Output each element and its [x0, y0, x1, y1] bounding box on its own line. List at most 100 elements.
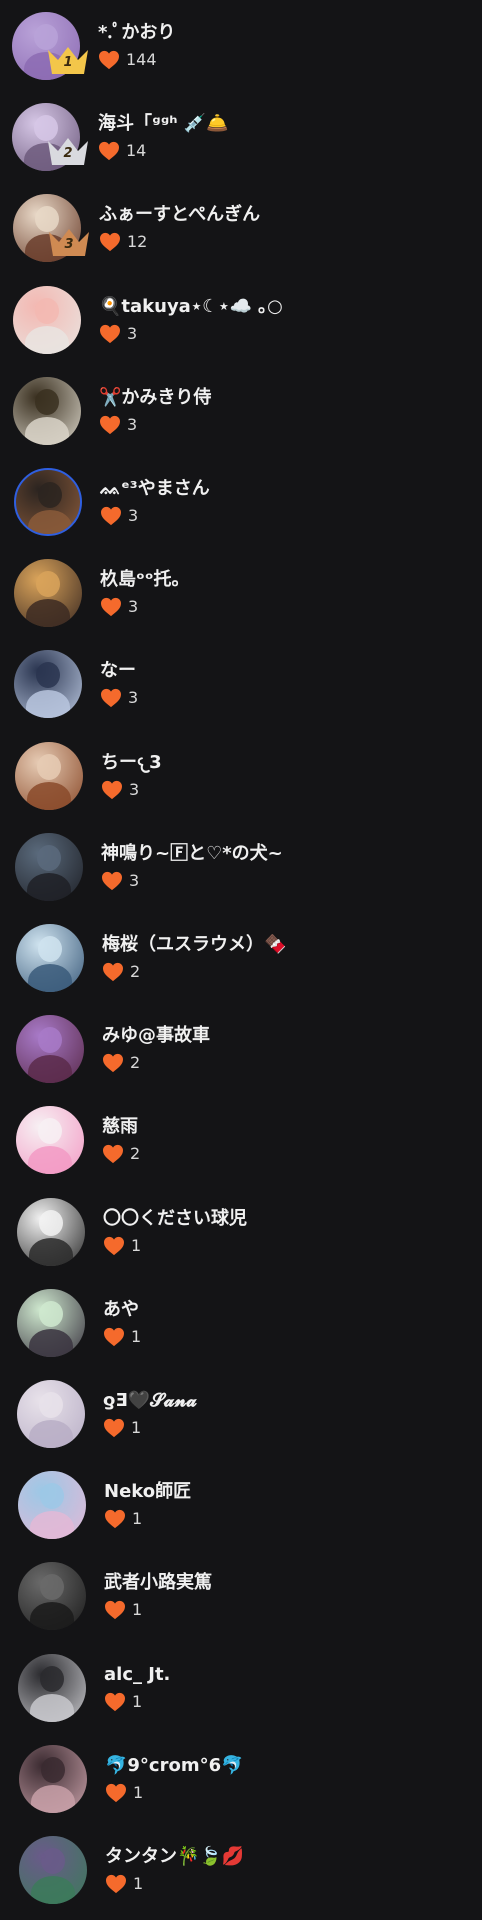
like-count: 3: [99, 414, 211, 436]
avatar[interactable]: [13, 376, 81, 445]
avatar[interactable]: [14, 649, 82, 718]
heart-icon: [100, 506, 122, 526]
avatar[interactable]: [14, 558, 82, 627]
like-count-value: 3: [128, 596, 139, 616]
avatar[interactable]: [17, 1288, 85, 1357]
ranking-row[interactable]: ✂️かみきり侍 3: [0, 365, 482, 456]
ranking-row[interactable]: なー 3: [0, 638, 482, 729]
heart-icon: [99, 415, 121, 435]
ranking-row[interactable]: みゆ@事故車 2: [0, 1003, 482, 1094]
ranker-info: 杦島ᵒᵒ托。 3: [100, 568, 190, 620]
ranker-name[interactable]: 梅桜（ユスラウメ）🍫: [102, 933, 286, 957]
heart-icon: [104, 1509, 126, 1529]
avatar[interactable]: [16, 1014, 84, 1083]
avatar[interactable]: [15, 741, 83, 810]
avatar[interactable]: [15, 832, 83, 901]
ranker-name[interactable]: ᨐᵉ³やまさん: [100, 477, 210, 501]
like-count: 12: [99, 231, 260, 253]
avatar[interactable]: [14, 467, 82, 536]
ranker-info: Neko師匠 1: [104, 1480, 191, 1532]
ranking-row[interactable]: ちー𐔌3 3: [0, 730, 482, 821]
ranker-name[interactable]: 杦島ᵒᵒ托。: [100, 568, 190, 592]
ranker-name[interactable]: 🐬9°crom°6🐬: [105, 1754, 244, 1778]
avatar[interactable]: [18, 1470, 86, 1539]
avatar[interactable]: [17, 1197, 85, 1266]
like-count: 3: [101, 870, 283, 892]
ranking-row[interactable]: ƍƎ🖤𝓢𝓪𝓷𝓪 1: [0, 1368, 482, 1459]
avatar[interactable]: [13, 285, 81, 354]
avatar[interactable]: [16, 923, 84, 992]
like-count: 3: [100, 596, 190, 618]
heart-icon: [100, 597, 122, 617]
like-count-value: 3: [127, 414, 138, 434]
ranking-row[interactable]: 武者小路実篤 1: [0, 1550, 482, 1641]
ranker-name[interactable]: 慈雨: [102, 1115, 140, 1139]
ranker-name[interactable]: 🍳takuya⋆☾⋆☁️ ｡○: [99, 295, 283, 319]
like-count-value: 3: [127, 323, 138, 343]
ranker-name[interactable]: Neko師匠: [104, 1480, 191, 1504]
ranking-row[interactable]: Neko師匠 1: [0, 1459, 482, 1550]
ranker-name[interactable]: 神鳴り~🄵と♡*の犬~: [101, 842, 283, 866]
ranker-info: ƍƎ🖤𝓢𝓪𝓷𝓪 1: [103, 1389, 197, 1441]
ranker-info: 🐬9°crom°6🐬 1: [105, 1754, 244, 1806]
avatar[interactable]: [19, 1835, 87, 1904]
ranker-name[interactable]: タンタン🎋🍃💋: [105, 1845, 244, 1869]
rank-crown-icon: 1: [46, 44, 90, 76]
ranker-name[interactable]: 海斗「ᵍᵍʰ 💉🛎️: [98, 112, 229, 136]
ranker-info: みゆ@事故車 2: [102, 1024, 210, 1076]
like-count: 3: [101, 779, 162, 801]
ranking-row[interactable]: ᨐᵉ³やまさん 3: [0, 456, 482, 547]
ranker-name[interactable]: *.ﾟかおり: [98, 21, 175, 45]
ranking-row[interactable]: 3 ふぁーすとぺんぎん 12: [0, 182, 482, 273]
ranking-row[interactable]: alc_ Jt. 1: [0, 1642, 482, 1733]
avatar[interactable]: [19, 1744, 87, 1813]
like-count-value: 1: [133, 1873, 144, 1893]
ranker-name[interactable]: なー: [100, 659, 138, 683]
like-count: 2: [102, 1052, 210, 1074]
avatar[interactable]: [16, 1105, 84, 1174]
ranking-row[interactable]: 梅桜（ユスラウメ）🍫 2: [0, 912, 482, 1003]
ranking-row[interactable]: 杦島ᵒᵒ托。 3: [0, 547, 482, 638]
ranking-row[interactable]: タンタン🎋🍃💋 1: [0, 1824, 482, 1915]
ranker-info: ちー𐔌3 3: [101, 751, 162, 803]
like-count-value: 1: [132, 1599, 143, 1619]
like-count-value: 1: [131, 1417, 142, 1437]
ranker-name[interactable]: 武者小路実篤: [104, 1571, 212, 1595]
ranker-name[interactable]: ƍƎ🖤𝓢𝓪𝓷𝓪: [103, 1389, 197, 1413]
ranker-name[interactable]: ✂️かみきり侍: [99, 386, 211, 410]
like-count-value: 1: [131, 1235, 142, 1255]
heart-icon: [98, 141, 120, 161]
ranker-info: 神鳴り~🄵と♡*の犬~ 3: [101, 842, 283, 894]
likes-ranking-list: 1 *.ﾟかおり 144 2 海斗「ᵍᵍʰ 💉🛎️ 14 3 ふぁーすとぺんぎん 12 🍳taku…: [0, 0, 482, 1920]
like-count-value: 3: [128, 505, 139, 525]
like-count: 1: [105, 1873, 244, 1895]
heart-icon: [102, 1053, 124, 1073]
ranking-row[interactable]: 🍳takuya⋆☾⋆☁️ ｡○ 3: [0, 274, 482, 365]
like-count-value: 1: [132, 1508, 143, 1528]
heart-icon: [104, 1600, 126, 1620]
ranker-name[interactable]: ちー𐔌3: [101, 751, 162, 775]
avatar[interactable]: [18, 1653, 86, 1722]
avatar[interactable]: [17, 1379, 85, 1448]
ranking-row[interactable]: 〇〇ください球児 1: [0, 1186, 482, 1277]
like-count: 1: [104, 1508, 191, 1530]
like-count: 2: [102, 1143, 140, 1165]
ranking-row[interactable]: あや 1: [0, 1277, 482, 1368]
ranker-name[interactable]: ふぁーすとぺんぎん: [99, 203, 260, 227]
ranker-name[interactable]: あや: [103, 1298, 141, 1322]
ranker-name[interactable]: alc_ Jt.: [104, 1663, 170, 1687]
rank-number: 1: [63, 55, 73, 70]
ranker-info: なー 3: [100, 659, 138, 711]
ranker-info: alc_ Jt. 1: [104, 1663, 170, 1715]
ranking-row[interactable]: 2 海斗「ᵍᵍʰ 💉🛎️ 14: [0, 91, 482, 182]
ranking-row[interactable]: 神鳴り~🄵と♡*の犬~ 3: [0, 821, 482, 912]
ranker-info: ᨐᵉ³やまさん 3: [100, 477, 210, 529]
ranker-name[interactable]: みゆ@事故車: [102, 1024, 210, 1048]
rank-crown-icon: 2: [46, 135, 90, 167]
ranker-info: 慈雨 2: [102, 1115, 140, 1167]
ranker-name[interactable]: 〇〇ください球児: [103, 1207, 247, 1231]
ranking-row[interactable]: 慈雨 2: [0, 1094, 482, 1185]
avatar[interactable]: [18, 1561, 86, 1630]
ranking-row[interactable]: 1 *.ﾟかおり 144: [0, 0, 482, 91]
ranking-row[interactable]: 🐬9°crom°6🐬 1: [0, 1733, 482, 1824]
